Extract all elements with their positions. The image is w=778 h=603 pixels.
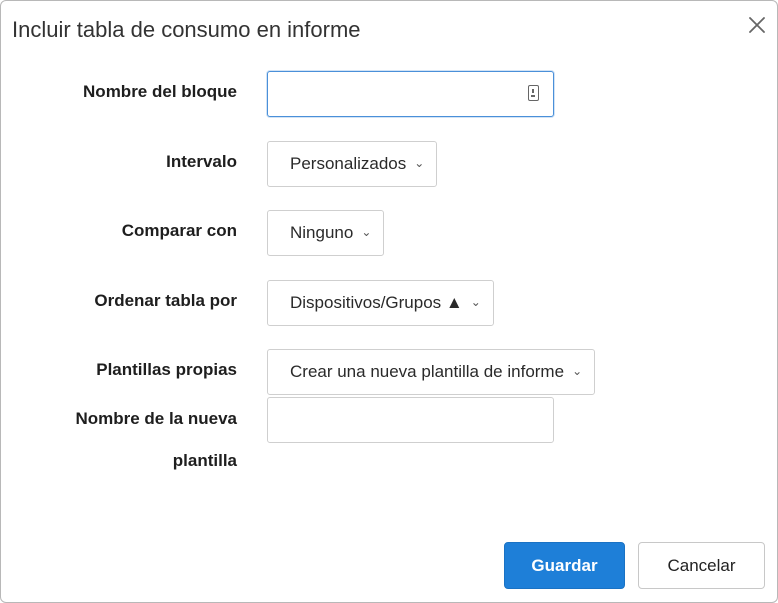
block-name-label: Nombre del bloque: [83, 82, 237, 101]
dialog-title: Incluir tabla de consumo en informe: [12, 17, 361, 42]
contact-card-icon[interactable]: [528, 85, 539, 101]
interval-label: Intervalo: [166, 152, 237, 171]
chevron-down-icon: ⌄: [572, 364, 583, 378]
new-template-label-line2: plantilla: [172, 451, 237, 470]
templates-label: Plantillas propias: [96, 360, 237, 379]
dialog: Incluir tabla de consumo en informe Nomb…: [0, 0, 778, 603]
chevron-down-icon: ⌄: [414, 156, 425, 170]
sort-value: Dispositivos/Grupos ▲: [290, 293, 463, 312]
cancel-button[interactable]: Cancelar: [638, 542, 765, 589]
new-template-name-field[interactable]: [267, 397, 554, 443]
new-template-label-line1: Nombre de la nueva: [75, 409, 237, 428]
sort-select[interactable]: Dispositivos/Grupos ▲ ⌄: [267, 280, 494, 326]
block-name-input[interactable]: [268, 72, 553, 116]
chevron-down-icon: ⌄: [361, 225, 372, 239]
compare-label: Comparar con: [121, 221, 237, 240]
new-template-name-input[interactable]: [268, 398, 553, 442]
close-icon[interactable]: [745, 13, 769, 37]
save-button[interactable]: Guardar: [504, 542, 625, 589]
templates-value: Crear una nueva plantilla de informe: [290, 362, 565, 381]
interval-value: Personalizados: [290, 154, 407, 173]
interval-select[interactable]: Personalizados ⌄: [267, 141, 438, 187]
compare-value: Ninguno: [290, 223, 354, 242]
templates-select[interactable]: Crear una nueva plantilla de informe ⌄: [267, 349, 596, 395]
block-name-field[interactable]: [267, 71, 554, 117]
compare-select[interactable]: Ninguno ⌄: [267, 210, 385, 256]
chevron-down-icon: ⌄: [470, 295, 481, 309]
sort-label: Ordenar tabla por: [94, 291, 237, 310]
